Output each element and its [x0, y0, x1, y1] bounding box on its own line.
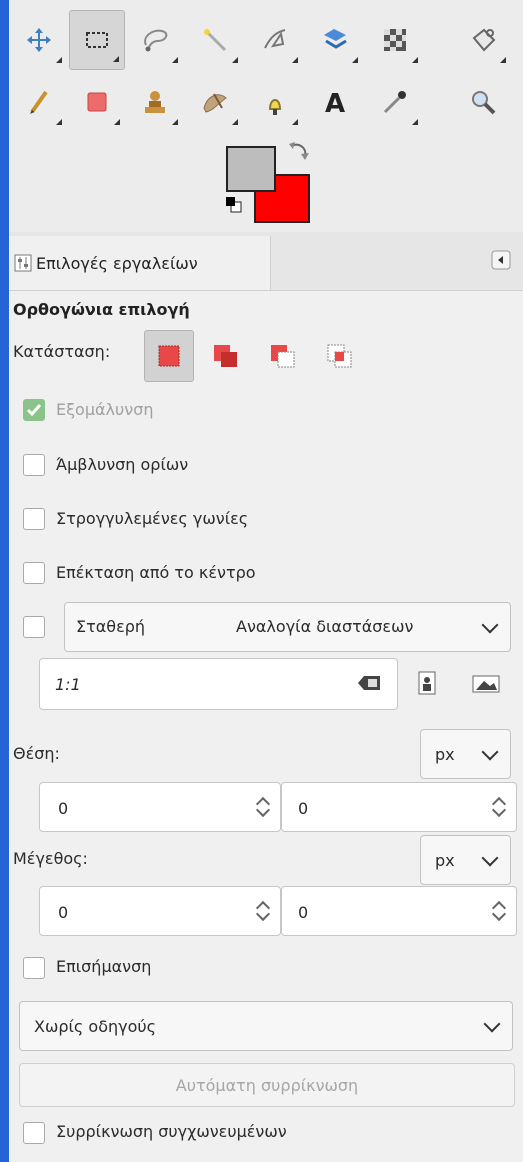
zoom-tool-icon[interactable] — [455, 72, 511, 132]
swap-colors-icon[interactable] — [285, 140, 311, 166]
tab-tool-options[interactable]: Επιλογές εργαλείων — [9, 236, 271, 290]
fixed-mode-value: Αναλογία διαστάσεων — [236, 617, 414, 636]
feather-label: Άμβλυνση ορίων — [56, 455, 189, 474]
pencil-tool-icon[interactable] — [11, 72, 67, 132]
text-tool-icon[interactable]: A — [307, 72, 363, 132]
antialias-label: Εξομάλυνση — [56, 400, 154, 419]
toolbox: A — [9, 0, 523, 232]
auto-shrink-label: Αυτόματη συρρίκνωση — [175, 1075, 359, 1095]
clear-entry-icon[interactable] — [357, 674, 381, 692]
size-height-spinbutton[interactable]: 0 — [281, 886, 517, 936]
foreground-color-swatch[interactable] — [226, 146, 276, 192]
size-label: Μέγεθος: — [13, 849, 88, 868]
highlight-label: Επισήμανση — [56, 957, 152, 976]
rounded-corners-label: Στρογγυλεμένες γωνίες — [56, 509, 249, 528]
guides-value: Χωρίς οδηγούς — [34, 1017, 157, 1036]
color-picker-tool-icon[interactable] — [367, 72, 423, 132]
size-unit-combo[interactable]: px — [420, 835, 511, 885]
fixed-label: Σταθερή — [76, 617, 146, 636]
feather-checkbox[interactable] — [23, 454, 45, 476]
mode-add-button[interactable] — [201, 330, 251, 382]
fuzzy-select-tool-icon[interactable] — [187, 10, 243, 70]
position-x-value: 0 — [58, 799, 69, 818]
position-y-spinbutton[interactable]: 0 — [281, 782, 517, 832]
highlight-checkbox[interactable] — [23, 957, 45, 979]
size-height-value: 0 — [298, 903, 309, 922]
paths-tool-icon[interactable] — [247, 10, 303, 70]
bucket-fill-tool-icon[interactable] — [455, 10, 511, 70]
shrink-merged-label: Συρρίκνωση συγχωνευμένων — [56, 1122, 287, 1141]
mode-subtract-button[interactable] — [258, 330, 308, 382]
rect-select-tool-icon[interactable] — [69, 10, 125, 70]
unified-transform-tool-icon[interactable] — [307, 10, 363, 70]
expand-from-center-checkbox[interactable] — [23, 562, 45, 584]
mode-replace-button[interactable] — [144, 330, 194, 382]
position-unit: px — [435, 745, 455, 764]
position-y-value: 0 — [298, 799, 309, 818]
size-width-spinbutton[interactable]: 0 — [39, 886, 281, 936]
tool-panel: A Επιλογές εργαλείων Ορθογώνια επιλογή Κ… — [9, 0, 523, 1162]
antialias-checkbox[interactable] — [23, 399, 45, 421]
default-colors-icon[interactable] — [225, 196, 243, 214]
position-x-spinbutton[interactable]: 0 — [39, 782, 281, 832]
position-label: Θέση: — [13, 744, 60, 763]
tab-menu-icon[interactable] — [491, 250, 511, 270]
guides-combo[interactable]: Χωρίς οδηγούς — [19, 1001, 513, 1051]
shrink-merged-checkbox[interactable] — [23, 1122, 45, 1144]
aspect-ratio-value: 1:1 — [55, 675, 81, 694]
dodge-burn-tool-icon[interactable] — [247, 72, 303, 132]
expand-from-center-label: Επέκταση από το κέντρο — [56, 563, 256, 582]
chevron-down-icon — [483, 1015, 501, 1033]
fixed-checkbox[interactable] — [23, 616, 45, 638]
eraser-tool-icon[interactable] — [69, 72, 125, 132]
mode-label: Κατάσταση: — [13, 342, 111, 361]
chevron-down-icon — [481, 616, 499, 634]
free-select-tool-icon[interactable] — [127, 10, 183, 70]
tool-options-title: Ορθογώνια επιλογή — [13, 300, 190, 319]
auto-shrink-button[interactable]: Αυτόματη συρρίκνωση — [19, 1063, 515, 1107]
fixed-mode-combo[interactable]: Σταθερή Αναλογία διαστάσεων — [64, 602, 511, 652]
tool-options-icon — [14, 254, 32, 272]
chevron-down-icon — [481, 743, 499, 761]
clone-tool-icon[interactable] — [127, 72, 183, 132]
size-width-value: 0 — [58, 903, 69, 922]
landscape-button[interactable] — [472, 674, 500, 700]
position-unit-combo[interactable]: px — [420, 729, 511, 779]
dock-tabbar: Επιλογές εργαλείων — [9, 232, 523, 291]
tab-label: Επιλογές εργαλείων — [36, 253, 198, 273]
size-unit: px — [435, 851, 455, 870]
portrait-button[interactable] — [417, 671, 445, 697]
aspect-ratio-field[interactable]: 1:1 — [39, 658, 398, 710]
chevron-down-icon — [481, 849, 499, 867]
mode-intersect-button[interactable] — [315, 330, 365, 382]
warp-transform-tool-icon[interactable] — [367, 10, 423, 70]
smudge-tool-icon[interactable] — [187, 72, 243, 132]
move-tool-icon[interactable] — [11, 10, 67, 70]
rounded-corners-checkbox[interactable] — [23, 508, 45, 530]
svg-text:A: A — [325, 89, 345, 116]
